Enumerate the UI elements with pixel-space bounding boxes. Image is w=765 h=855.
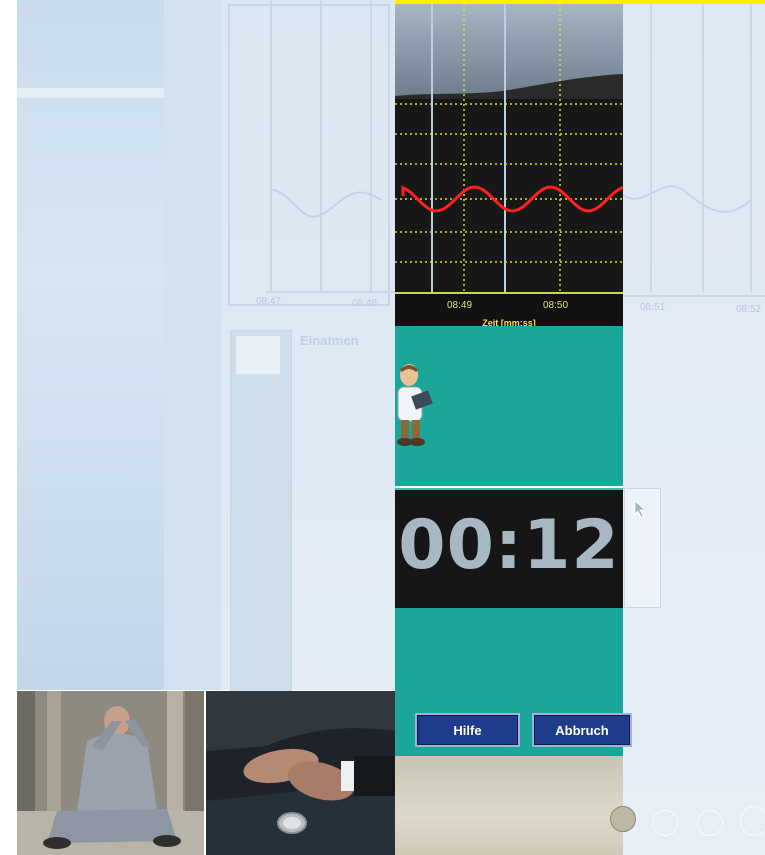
chart-axis-label: Zeit [mm:ss]: [482, 318, 536, 326]
chart-plot-area: [395, 99, 623, 294]
background-tick-label: 08:47: [256, 296, 282, 307]
cancel-button[interactable]: Abbruch: [532, 713, 632, 747]
power-knob-icon: [610, 806, 636, 832]
chart-tick-label: 08:50: [543, 300, 569, 311]
stressed-man-photo: [17, 691, 204, 855]
breathing-chart: 08:49 08:50 Zeit [mm:ss]: [395, 4, 623, 326]
countdown-timer: 00:12: [398, 506, 620, 585]
help-button[interactable]: Hilfe: [415, 713, 520, 747]
background-tick-label: 08:48: [352, 298, 378, 309]
background-column: [164, 0, 221, 690]
chart-tick-label: 08:49: [447, 300, 473, 311]
doctor-mascot-icon: [397, 364, 433, 446]
breathing-chart-svg: [395, 4, 623, 294]
mouse-cursor-icon: [634, 500, 646, 518]
background-tick-label: 08:51: [640, 302, 666, 313]
background-band: [17, 88, 164, 98]
background-button-circle: [652, 810, 678, 836]
monitor-bezel: [395, 756, 623, 855]
background-tick-label: 08:52: [736, 304, 762, 315]
hands-watch-photo: [206, 691, 395, 855]
background-button-circle: [740, 806, 765, 836]
background-section-label: Einatmen: [300, 333, 359, 348]
background-graph-right: [623, 0, 765, 297]
background-slider: [236, 336, 280, 374]
background-graph: [228, 0, 396, 306]
background-level-bar: [230, 330, 292, 692]
background-button-circle: [697, 810, 723, 836]
